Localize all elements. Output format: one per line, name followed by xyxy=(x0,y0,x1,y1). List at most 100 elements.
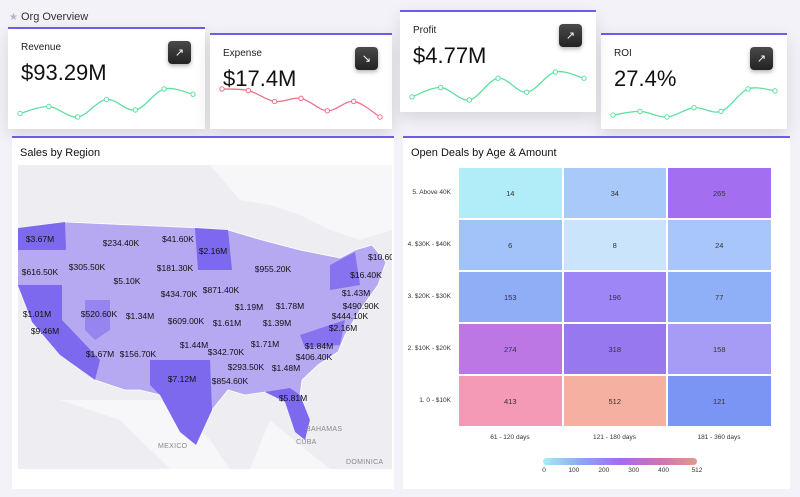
sparkline-point xyxy=(745,86,751,92)
cell-value: 77 xyxy=(715,292,724,302)
sparkline-point xyxy=(523,89,530,95)
cell-value: 318 xyxy=(608,344,621,354)
sparkline-point xyxy=(46,103,52,110)
row-label: 2. $10K - $20K xyxy=(407,345,451,352)
sparkline-point xyxy=(409,94,415,100)
row-label: 5. Above 40K xyxy=(412,189,451,196)
region-value-label: $1.84M xyxy=(305,341,333,351)
sparkline-point xyxy=(17,110,23,117)
region-value-label: $490.90K xyxy=(343,301,380,311)
region-value-label: $1.61M xyxy=(213,318,241,328)
legend-tick: 300 xyxy=(628,467,640,474)
cell-value: 24 xyxy=(715,240,724,250)
sparkline-point xyxy=(219,86,225,92)
heatmap-cell[interactable]: 14 xyxy=(458,167,563,219)
sparkline-line xyxy=(19,87,194,118)
arrow-up-right-icon[interactable]: ↗ xyxy=(559,24,582,47)
arrow-up-right-icon[interactable]: ↗ xyxy=(168,41,191,64)
geo-label: BAHAMAS xyxy=(306,426,342,433)
kpi-label: Expense xyxy=(223,48,262,59)
us-sales-map[interactable]: MEXICO BAHAMAS CUBA DOMINICA $3.67M $234.… xyxy=(18,165,392,469)
region-value-label: $293.50K xyxy=(228,362,265,372)
heatmap-cell[interactable]: 34 xyxy=(562,167,667,219)
region-value-label: $1.19M xyxy=(235,302,263,312)
color-scale-legend[interactable] xyxy=(543,458,697,465)
heatmap-cell[interactable]: 196 xyxy=(562,271,667,323)
kpi-label: ROI xyxy=(614,48,632,59)
heatmap-cell[interactable]: 121 xyxy=(667,375,772,427)
cell-value: 153 xyxy=(503,292,517,302)
heatmap-cell[interactable]: 274 xyxy=(458,323,563,375)
region-value-label: $520.60K xyxy=(81,309,118,319)
region-value-label: $1.43M xyxy=(342,288,370,298)
sparkline-point xyxy=(466,97,473,103)
kpi-card-revenue: Revenue $93.29M ↗ xyxy=(8,27,205,129)
region-value-label: $1.78M xyxy=(276,301,304,311)
region-value-label: $1.67M xyxy=(86,349,114,359)
region-value-label: $955.20K xyxy=(255,264,292,274)
sparkline-point xyxy=(691,104,697,111)
panel-title: Sales by Region xyxy=(20,147,101,159)
heatmap-cell[interactable]: 153 xyxy=(458,271,563,323)
heatmap-cell[interactable]: 24 xyxy=(667,219,772,271)
region-value-label: $854.60K xyxy=(212,376,249,386)
region-value-label: $2.16M xyxy=(199,246,227,256)
region-value-label: $5.81M xyxy=(279,393,307,403)
sparkline-point xyxy=(245,87,252,94)
legend-tick: 400 xyxy=(658,467,669,474)
row-label: 3. $20K - $30K xyxy=(407,293,451,300)
kpi-card-roi: ROI 27.4% ↗ xyxy=(601,33,787,129)
heatmap-cell[interactable]: 413 xyxy=(458,375,563,427)
region-value-label: $305.50K xyxy=(69,262,106,272)
heatmap-cell[interactable]: 8 xyxy=(562,219,667,271)
kpi-card-profit: Profit $4.77M ↗ xyxy=(400,10,596,112)
legend-tick: 100 xyxy=(568,467,580,474)
region-value-label: $1.01M xyxy=(23,309,51,319)
sparkline-point xyxy=(552,69,559,75)
sparkline xyxy=(409,69,587,103)
heatmap-cell[interactable]: 265 xyxy=(667,167,772,219)
region-value-label: $434.70K xyxy=(161,289,198,299)
sparkline xyxy=(219,86,383,120)
region-value-label: $871.40K xyxy=(203,285,240,295)
region-value-label: $7.12M xyxy=(168,374,196,384)
heatmap-cell[interactable]: 158 xyxy=(667,323,772,375)
heatmap-cell[interactable]: 318 xyxy=(562,323,667,375)
geo-label: CUBA xyxy=(296,439,317,446)
star-icon[interactable]: ★ xyxy=(9,12,18,23)
region-value-label: $1.44M xyxy=(180,340,208,350)
cell-value: 6 xyxy=(508,240,513,250)
sparkline-point xyxy=(350,98,357,105)
cell-value: 158 xyxy=(712,344,726,354)
region-value-label: $16.40K xyxy=(350,270,382,280)
row-label: 4. $30K - $40K xyxy=(407,241,451,248)
heatmap-cell[interactable]: 6 xyxy=(458,219,563,271)
region-value-label: $5.10K xyxy=(114,276,141,286)
kpi-label: Revenue xyxy=(21,42,62,53)
column-label: 61 - 120 days xyxy=(490,434,530,441)
legend-tick: 512 xyxy=(691,467,703,474)
arrow-up-right-icon[interactable]: ↗ xyxy=(750,47,773,70)
region-value-label: $609.00K xyxy=(168,316,205,326)
dashboard-title: Org Overview xyxy=(20,11,89,23)
sparkline-point xyxy=(610,112,616,118)
region-value-label: $1.71M xyxy=(251,339,279,349)
cell-value: 14 xyxy=(506,188,515,198)
sparkline xyxy=(17,86,196,120)
panel-title: Open Deals by Age & Amount xyxy=(411,147,557,159)
heatmap-cell[interactable]: 77 xyxy=(667,271,772,323)
sparkline-point xyxy=(161,86,167,92)
region-value-label: $1.34M xyxy=(126,311,154,321)
geo-label: DOMINICA xyxy=(346,459,383,466)
sparkline-point xyxy=(718,108,724,115)
sparkline-point xyxy=(664,114,670,120)
region-value-label: $156.70K xyxy=(120,349,157,359)
sparkline-point xyxy=(271,98,278,105)
sparkline-point xyxy=(377,114,383,120)
heatmap-cell[interactable]: 512 xyxy=(562,375,667,427)
sparkline-point xyxy=(190,91,196,97)
cell-value: 196 xyxy=(608,292,621,302)
arrow-down-right-icon[interactable]: ↘ xyxy=(355,47,378,70)
region-value-label: $1.48M xyxy=(272,363,300,373)
region-value-label: $2.16M xyxy=(329,323,357,333)
